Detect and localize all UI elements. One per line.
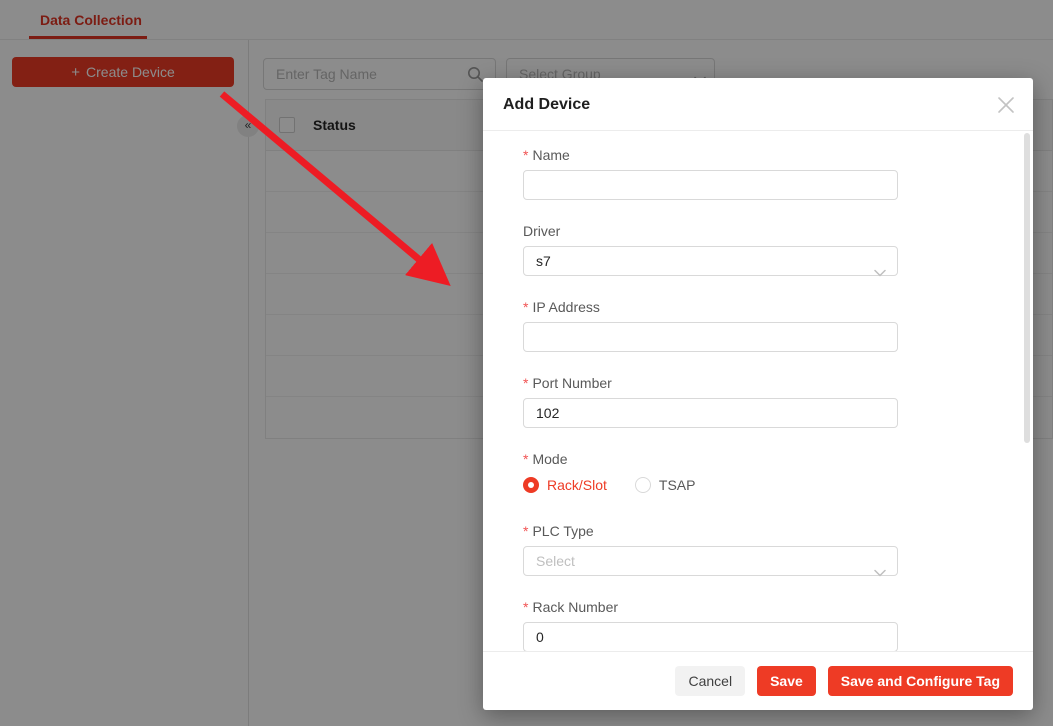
plc-type-label: * PLC Type	[523, 523, 594, 539]
mode-label: * Mode	[523, 451, 568, 467]
driver-label: Driver	[523, 223, 561, 239]
required-marker: *	[523, 599, 529, 615]
ip-address-field[interactable]	[523, 322, 898, 352]
add-device-modal: Add Device * Name Driver s7 * IP Address…	[483, 78, 1033, 710]
mode-radio-group: Rack/Slot TSAP	[523, 477, 696, 493]
required-marker: *	[523, 451, 529, 467]
modal-footer: Cancel Save Save and Configure Tag	[483, 651, 1033, 710]
radio-rack-slot-label: Rack/Slot	[547, 477, 607, 493]
modal-body: * Name Driver s7 * IP Address * Port Num…	[483, 131, 1033, 651]
required-marker: *	[523, 523, 529, 539]
radio-tsap-label: TSAP	[658, 477, 696, 493]
form-group-driver: Driver s7	[523, 223, 898, 277]
driver-select-value: s7	[536, 253, 551, 269]
modal-header: Add Device	[483, 78, 1033, 131]
radio-rack-slot[interactable]: Rack/Slot	[523, 477, 607, 493]
required-marker: *	[523, 375, 529, 391]
plc-type-select-placeholder: Select	[536, 553, 575, 569]
name-field[interactable]	[523, 170, 898, 200]
ip-address-label: * IP Address	[523, 299, 600, 315]
chevron-down-icon	[874, 558, 886, 586]
page: Data Collection +Create Device « Select …	[0, 0, 1053, 726]
close-icon[interactable]	[995, 94, 1017, 116]
name-label: * Name	[523, 147, 570, 163]
save-and-configure-tag-button[interactable]: Save and Configure Tag	[827, 666, 1013, 696]
radio-unselected-icon	[634, 477, 651, 493]
form-group-rack-number: * Rack Number	[523, 599, 898, 651]
rack-number-label: * Rack Number	[523, 599, 619, 615]
required-marker: *	[523, 299, 529, 315]
modal-scrollbar-thumb[interactable]	[1024, 133, 1030, 443]
form-group-mode: * Mode Rack/Slot TSAP	[523, 451, 898, 493]
modal-title: Add Device	[503, 96, 591, 113]
radio-selected-icon	[523, 477, 539, 493]
radio-tsap[interactable]: TSAP	[634, 477, 696, 493]
plc-type-select[interactable]: Select	[523, 546, 898, 577]
form-group-port-number: * Port Number	[523, 375, 898, 428]
form-group-name: * Name	[523, 147, 898, 200]
driver-select[interactable]: s7	[523, 246, 898, 277]
port-number-field[interactable]	[523, 398, 898, 428]
chevron-down-icon	[874, 258, 886, 286]
form-group-ip-address: * IP Address	[523, 299, 898, 352]
required-marker: *	[523, 147, 529, 163]
cancel-button[interactable]: Cancel	[675, 666, 746, 696]
save-button[interactable]: Save	[757, 666, 816, 696]
port-number-label: * Port Number	[523, 375, 612, 391]
form-group-plc-type: * PLC Type Select	[523, 523, 898, 577]
rack-number-field[interactable]	[523, 622, 898, 651]
